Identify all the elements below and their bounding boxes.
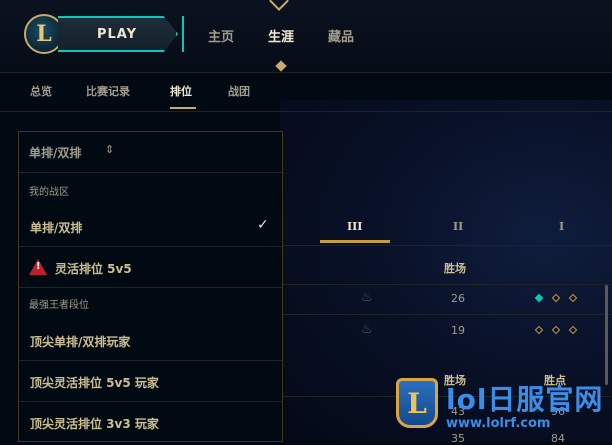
tab-ranked[interactable]: 排位: [170, 83, 192, 99]
queue-dropdown: 单排/双排 ⇕ 我的战区 单排/双排 ✓ ! 灵活排位 5v5 最强王者段位 顶…: [18, 131, 283, 442]
profile-subnav: 总览 比赛记录 排位 战团: [0, 73, 612, 112]
section-my-region: 我的战区: [29, 187, 69, 198]
option-label: 单排/双排: [30, 221, 83, 235]
division-tabs: III II I: [283, 210, 612, 246]
section-master-tier: 最强王者段位: [29, 300, 89, 311]
nav-collection[interactable]: 藏品: [328, 26, 354, 45]
flame-icon: ♨: [361, 290, 373, 305]
row-divider: [283, 314, 612, 315]
option-label: 顶尖灵活排位 3v3 玩家: [30, 417, 159, 431]
site-watermark: L lol日服官网 www.lolrf.com: [396, 378, 612, 442]
active-nav-diamond-icon: [275, 60, 287, 72]
scrollbar[interactable]: [605, 285, 608, 385]
option-top-flex-3v3[interactable]: 顶尖灵活排位 3v3 玩家: [19, 402, 282, 441]
watermark-logo-icon: L: [396, 378, 438, 428]
option-top-flex-5v5[interactable]: 顶尖灵活排位 5v5 玩家: [19, 361, 282, 402]
option-top-solo-duo[interactable]: 顶尖单排/双排玩家: [19, 320, 282, 361]
watermark-url: www.lolrf.com: [446, 416, 551, 431]
active-division-underline: [320, 240, 390, 243]
tab-division-3[interactable]: III: [347, 220, 362, 233]
checkmark-icon: ✓: [257, 217, 269, 233]
option-label: 顶尖单排/双排玩家: [30, 335, 131, 349]
nav-profile[interactable]: 生涯: [268, 26, 294, 45]
tab-clash[interactable]: 战团: [228, 83, 250, 99]
queue-dropdown-label: 单排/双排: [29, 146, 82, 160]
option-flex-5v5[interactable]: ! 灵活排位 5v5: [19, 247, 282, 288]
wins-value: 26: [451, 292, 465, 305]
option-label: 顶尖灵活排位 5v5 玩家: [30, 376, 159, 390]
nav-home[interactable]: 主页: [208, 26, 234, 45]
tab-division-2[interactable]: II: [453, 220, 463, 233]
tab-division-1[interactable]: I: [559, 220, 564, 233]
row-divider: [283, 284, 612, 285]
nav-caret-icon: [269, 0, 289, 11]
option-label: 灵活排位 5v5: [55, 262, 132, 276]
active-tab-underline: [170, 107, 196, 109]
wins-value: 19: [451, 324, 465, 337]
sort-arrows-icon: ⇕: [105, 143, 115, 156]
watermark-title: lol日服官网: [446, 383, 604, 416]
top-navigation-bar: L PLAY 主页 生涯 藏品: [0, 0, 612, 73]
option-solo-duo[interactable]: 单排/双排 ✓: [19, 206, 282, 247]
wins-column-header: 胜场: [444, 262, 466, 275]
tab-overview[interactable]: 总览: [30, 83, 52, 99]
flame-icon: ♨: [361, 322, 373, 337]
tab-match-history[interactable]: 比赛记录: [86, 83, 130, 99]
queue-dropdown-toggle[interactable]: 单排/双排 ⇕: [19, 132, 282, 173]
play-button-arrow-icon: [160, 16, 184, 52]
